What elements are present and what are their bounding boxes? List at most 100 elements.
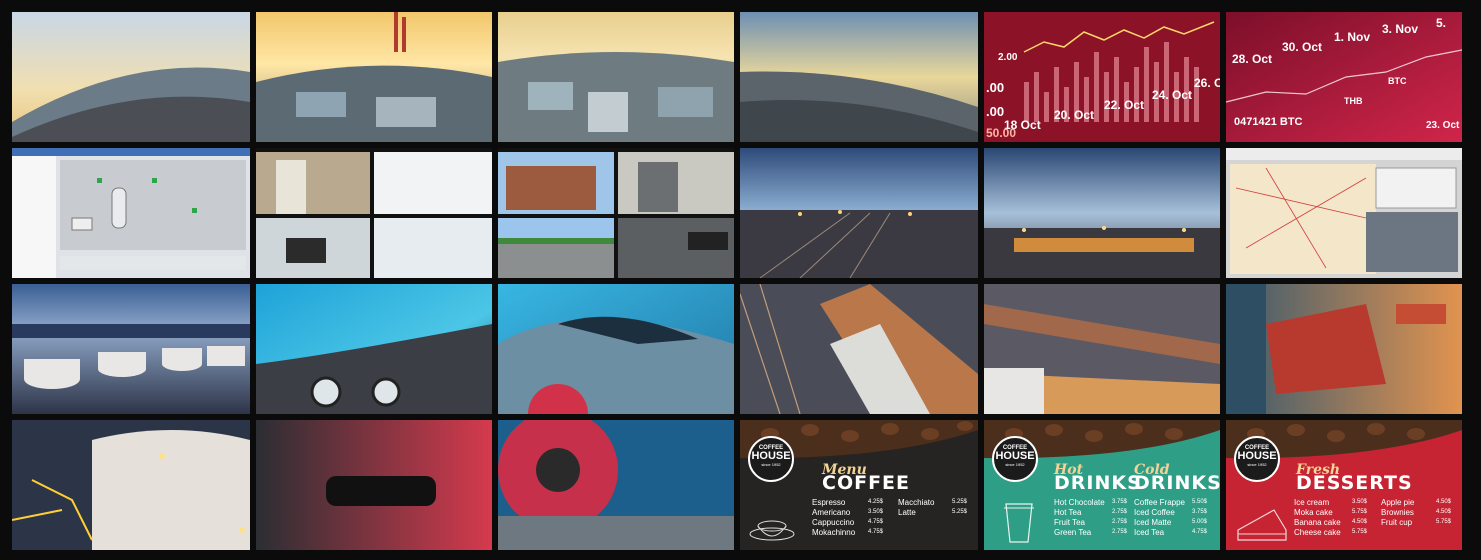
chart-value-label: .00 bbox=[986, 104, 1005, 119]
tile-office-grid bbox=[256, 148, 492, 278]
freight-train-image bbox=[740, 284, 978, 414]
chart-date-label: 1. Nov bbox=[1334, 30, 1371, 44]
tile-car-right-top bbox=[498, 284, 734, 414]
chart-date-label: 28. Oct bbox=[1232, 52, 1273, 66]
menu-item-name: Hot Tea bbox=[1054, 508, 1082, 517]
menu-item-name: Moka cake bbox=[1294, 508, 1333, 517]
ticker-label: BTC bbox=[1388, 76, 1407, 86]
menu-item-name: Cappuccino bbox=[812, 518, 855, 527]
chart-value-label: .00 bbox=[986, 80, 1005, 95]
logo-since-text: since 1952 bbox=[1005, 462, 1025, 467]
chart-value-label: 50.00 bbox=[986, 126, 1017, 140]
logo-main-text: HOUSE bbox=[751, 450, 791, 462]
menu-item-name: Hot Chocolate bbox=[1054, 498, 1105, 507]
menu-item-price: 5.25$ bbox=[952, 509, 968, 515]
logo-main-text: HOUSE bbox=[995, 450, 1035, 462]
menu-item-name: Iced Matte bbox=[1134, 518, 1172, 527]
menu-item-name: Coffee Frappe bbox=[1134, 498, 1185, 507]
tile-industrial-1 bbox=[256, 12, 492, 142]
coffee-house-logo: COFFEE HOUSE since 1952 bbox=[748, 436, 794, 482]
ticker-label: 23. Oct bbox=[1426, 120, 1460, 131]
chart-value-label: 2.00 bbox=[998, 52, 1018, 63]
desserts-title: DESSERTS bbox=[1296, 472, 1413, 494]
chart-date-label: 22. Oct bbox=[1104, 98, 1145, 112]
city-panorama-image bbox=[12, 12, 250, 142]
tile-finance-chart-1: 18 Oct 20. Oct 22. Oct 24. Oct 26. Oc 2.… bbox=[984, 12, 1220, 142]
industrial-plant-image-2 bbox=[498, 12, 734, 142]
sports-car-front-image bbox=[256, 420, 492, 550]
video-wall: 18 Oct 20. Oct 22. Oct 24. Oct 26. Oc 2.… bbox=[0, 0, 1481, 560]
menu-coffee-panel: COFFEE HOUSE since 1952 Menu COFFEE Espr… bbox=[740, 420, 978, 550]
menu-item-price: 4.25$ bbox=[868, 499, 884, 505]
menu-item-price: 3.50$ bbox=[868, 509, 884, 515]
menu-item-price: 4.50$ bbox=[1436, 499, 1452, 505]
oil-tank-closeup-image bbox=[12, 420, 250, 550]
freight-train-image-2 bbox=[984, 284, 1220, 414]
menu-item-price: 5.25$ bbox=[952, 499, 968, 505]
menu-item-price: 2.75$ bbox=[1112, 529, 1128, 535]
menu-item-name: Apple pie bbox=[1381, 498, 1415, 507]
oil-storage-tanks-image bbox=[12, 284, 250, 414]
tile-railyard-dusk-1 bbox=[740, 148, 978, 278]
tile-container-truck bbox=[1226, 284, 1462, 414]
menu-item-price: 2.75$ bbox=[1112, 509, 1128, 515]
sports-car-side-image bbox=[498, 284, 734, 414]
sports-car-headlight-image bbox=[256, 284, 492, 414]
tile-freight-train-2 bbox=[984, 284, 1220, 414]
menu-drinks-panel: COFFEE HOUSE since 1952 Hot DRINKS Cold … bbox=[984, 420, 1220, 550]
chart-date-label: 3. Nov bbox=[1382, 22, 1419, 36]
menu-item-name: Americano bbox=[812, 508, 851, 517]
logo-since-text: since 1952 bbox=[761, 462, 781, 467]
chart-date-label: 30. Oct bbox=[1282, 40, 1323, 54]
tile-buildings-grid bbox=[498, 148, 734, 278]
sports-car-wheel-image bbox=[498, 420, 734, 550]
menu-item-price: 3.75$ bbox=[1112, 499, 1128, 505]
hot-title: DRINKS bbox=[1054, 472, 1142, 494]
tile-map-software bbox=[1226, 148, 1462, 278]
tile-oil-tanks-night bbox=[12, 284, 250, 414]
menu-item-name: Latte bbox=[898, 508, 916, 517]
menu-item-price: 3.75$ bbox=[1192, 509, 1208, 515]
cold-title: DRINKS bbox=[1134, 472, 1220, 494]
tile-car-right-bottom bbox=[498, 420, 734, 550]
building-exterior-quad-image bbox=[498, 148, 734, 278]
menu-item-price: 3.50$ bbox=[1352, 499, 1368, 505]
menu-item-price: 5.75$ bbox=[1352, 529, 1368, 535]
tile-car-left-bottom bbox=[256, 420, 492, 550]
menu-item-price: 5.00$ bbox=[1192, 519, 1208, 525]
city-panorama-image-2 bbox=[740, 12, 978, 142]
tile-car-left-top bbox=[256, 284, 492, 414]
coffee-house-logo: COFFEE HOUSE since 1952 bbox=[992, 436, 1038, 482]
gis-map-software-screenshot bbox=[1226, 148, 1462, 278]
menu-item-name: Fruit Tea bbox=[1054, 518, 1085, 527]
tile-industrial-2 bbox=[498, 12, 734, 142]
menu-title: COFFEE bbox=[822, 472, 911, 494]
cake-slice-icon bbox=[1237, 509, 1287, 541]
menu-item-name: Cheese cake bbox=[1294, 528, 1341, 537]
chart-date-label: 24. Oct bbox=[1152, 88, 1193, 102]
menu-item-name: Macchiato bbox=[898, 498, 935, 507]
menu-item-name: Brownies bbox=[1381, 508, 1414, 517]
menu-desserts-panel: COFFEE HOUSE since 1952 Fresh DESSERTS I… bbox=[1226, 420, 1462, 550]
takeaway-cup-icon bbox=[1004, 503, 1034, 543]
menu-item-price: 4.75$ bbox=[1192, 529, 1208, 535]
menu-item-price: 4.75$ bbox=[868, 529, 884, 535]
container-truck-image bbox=[1226, 284, 1462, 414]
menu-item-price: 4.50$ bbox=[1436, 509, 1452, 515]
railyard-image-2 bbox=[984, 148, 1220, 278]
menu-item-price: 4.75$ bbox=[868, 519, 884, 525]
menu-item-name: Ice cream bbox=[1294, 498, 1330, 507]
chart-date-label: 26. Oc bbox=[1194, 76, 1220, 90]
menu-item-name: Banana cake bbox=[1294, 518, 1341, 527]
logo-since-text: since 1952 bbox=[1247, 462, 1267, 467]
railyard-image bbox=[740, 148, 978, 278]
ticker-label: 0471421 BTC bbox=[1234, 116, 1303, 128]
tile-oil-tank-closeup bbox=[12, 420, 250, 550]
menu-item-price: 5.50$ bbox=[1192, 499, 1208, 505]
ticker-label: THB bbox=[1344, 96, 1363, 106]
office-interior-quad-image bbox=[256, 148, 492, 278]
tile-city-fisheye-2 bbox=[740, 12, 978, 142]
tile-railyard-dusk-2 bbox=[984, 148, 1220, 278]
menu-item-name: Green Tea bbox=[1054, 528, 1092, 537]
coffee-cup-icon bbox=[749, 520, 795, 541]
